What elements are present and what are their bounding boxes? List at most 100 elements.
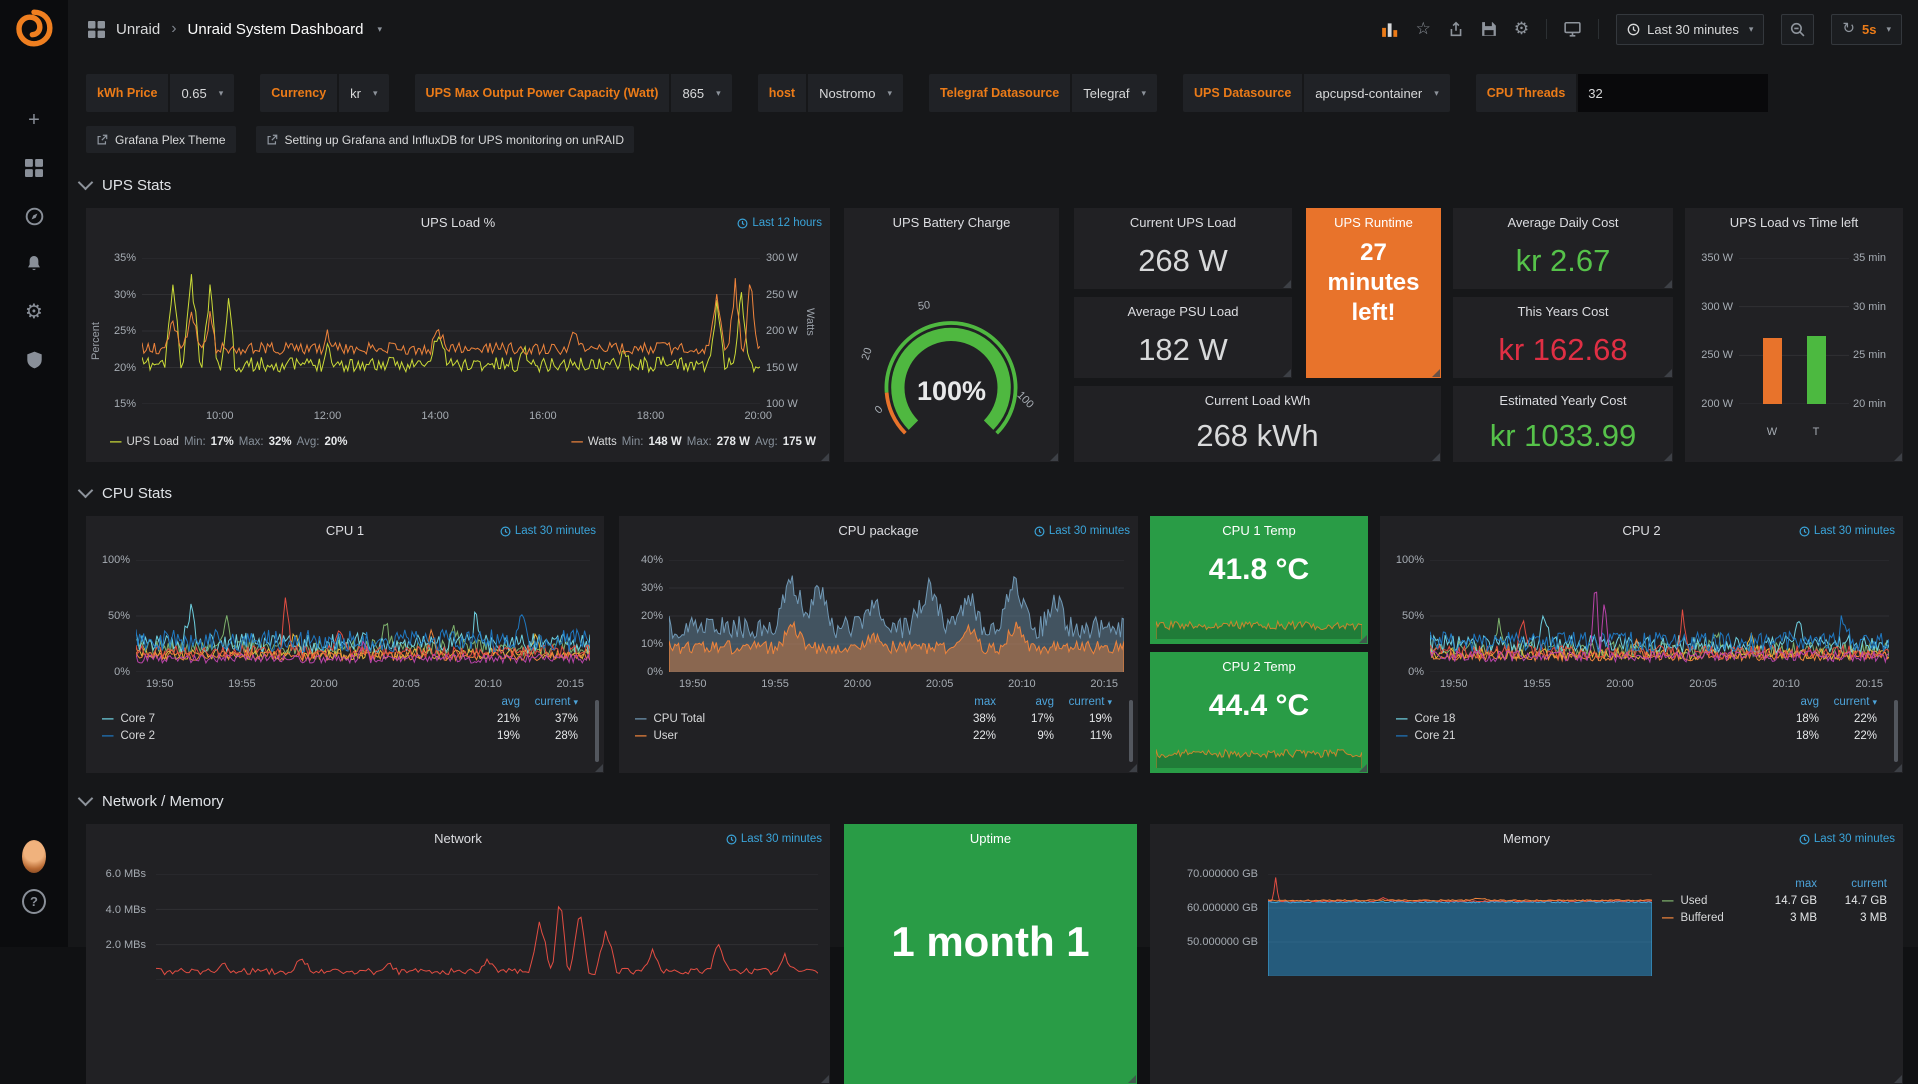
legend-series-name[interactable]: Core 18 [1415, 713, 1456, 725]
panel-title[interactable]: Network [86, 831, 830, 846]
title-caret-icon[interactable]: ▾ [377, 24, 382, 35]
sidebar-item-alerting[interactable] [22, 254, 46, 274]
network-chart[interactable] [156, 874, 818, 980]
variable-value-dropdown[interactable]: Nostromo▾ [808, 74, 903, 112]
panel-title[interactable]: Memory [1150, 831, 1903, 846]
row-header-network-memory[interactable]: Network / Memory [80, 788, 224, 814]
legend-column-avg[interactable]: avg [1761, 696, 1819, 708]
sidebar-item-configuration[interactable]: ⚙ [22, 302, 46, 322]
help-button[interactable]: ? [22, 889, 46, 914]
row-header-ups-stats[interactable]: UPS Stats [80, 172, 171, 198]
cpu1-chart[interactable] [136, 560, 590, 672]
legend-series-name[interactable]: CPU Total [654, 713, 706, 725]
panel-title[interactable]: This Years Cost [1453, 304, 1673, 319]
tv-mode-button[interactable] [1564, 21, 1581, 37]
panel-resize-handle[interactable] [821, 1075, 829, 1083]
save-button[interactable] [1481, 21, 1497, 37]
star-button[interactable]: ☆ [1416, 21, 1431, 37]
legend-column-max[interactable]: max [938, 696, 996, 708]
panel-resize-handle[interactable] [1894, 1075, 1902, 1083]
panel-resize-handle[interactable] [821, 453, 829, 461]
variable-value-dropdown[interactable]: apcupsd-container▾ [1304, 74, 1450, 112]
sidebar-item-explore[interactable] [22, 206, 46, 226]
variable-value-dropdown[interactable]: kr▾ [339, 74, 388, 112]
panel-title[interactable]: CPU 1 Temp [1150, 523, 1368, 538]
legend-series-name[interactable]: Used [1681, 895, 1708, 907]
ups-load-chart[interactable] [142, 258, 760, 404]
panel-title[interactable]: Average PSU Load [1074, 304, 1292, 319]
link-grafana-plex-theme[interactable]: Grafana Plex Theme [86, 126, 236, 153]
panel-resize-handle[interactable] [1283, 280, 1291, 288]
panel-title[interactable]: Estimated Yearly Cost [1453, 393, 1673, 408]
dashboard-title[interactable]: Unraid System Dashboard [188, 21, 364, 38]
cpu-threads-input[interactable] [1578, 74, 1768, 112]
legend-column-current[interactable]: current▾ [1819, 696, 1877, 708]
panel-time-override[interactable]: Last 30 minutes [500, 525, 596, 537]
panel-title[interactable]: UPS Battery Charge [844, 215, 1059, 230]
bar-chart[interactable] [1739, 258, 1849, 404]
row-header-cpu-stats[interactable]: CPU Stats [80, 480, 172, 506]
legend-series-name[interactable]: Core 21 [1415, 730, 1456, 742]
panel-title[interactable]: UPS Runtime [1306, 215, 1441, 230]
panel-resize-handle[interactable] [1664, 280, 1672, 288]
panel-time-override[interactable]: Last 30 minutes [1799, 833, 1895, 845]
cpu-package-chart[interactable] [669, 560, 1124, 672]
legend-column-current[interactable]: current▾ [520, 696, 578, 708]
sidebar-item-create[interactable]: + [22, 110, 46, 130]
panel-time-override[interactable]: Last 12 hours [737, 217, 822, 229]
panel-resize-handle[interactable] [1432, 369, 1440, 377]
panel-title[interactable]: Current UPS Load [1074, 215, 1292, 230]
panel-resize-handle[interactable] [1664, 369, 1672, 377]
legend-column-avg[interactable]: avg [462, 696, 520, 708]
variable-value-dropdown[interactable]: 0.65▾ [170, 74, 234, 112]
link-ups-monitoring-guide[interactable]: Setting up Grafana and InfluxDB for UPS … [256, 126, 635, 153]
legend-scrollbar[interactable] [1894, 700, 1898, 762]
panel-resize-handle[interactable] [1050, 453, 1058, 461]
legend-scrollbar[interactable] [1129, 700, 1133, 762]
cpu2-chart[interactable] [1430, 560, 1889, 672]
grafana-logo[interactable] [14, 8, 54, 48]
panel-resize-handle[interactable] [1894, 453, 1902, 461]
legend-scrollbar[interactable] [595, 700, 599, 762]
legend-series-name[interactable]: Buffered [1681, 912, 1724, 924]
user-avatar[interactable] [22, 840, 46, 873]
legend-series-name[interactable]: User [654, 730, 678, 742]
panel-resize-handle[interactable] [1283, 369, 1291, 377]
panel-title[interactable]: Current Load kWh [1074, 393, 1441, 408]
dashboard-settings-button[interactable]: ⚙ [1514, 21, 1529, 37]
sidebar-item-dashboards[interactable] [22, 158, 46, 178]
panel-title[interactable]: Average Daily Cost [1453, 215, 1673, 230]
legend-column-current[interactable]: current▾ [1054, 696, 1112, 708]
panel-time-override[interactable]: Last 30 minutes [1799, 525, 1895, 537]
legend-series-name[interactable]: Watts [588, 436, 617, 448]
share-button[interactable] [1448, 21, 1464, 37]
panel-resize-handle[interactable] [1664, 453, 1672, 461]
breadcrumb-section[interactable]: Unraid [116, 21, 160, 38]
panel-resize-handle[interactable] [1129, 764, 1137, 772]
time-picker-button[interactable]: Last 30 minutes ▾ [1616, 14, 1764, 45]
panel-time-override[interactable]: Last 30 minutes [726, 833, 822, 845]
panel-resize-handle[interactable] [1432, 453, 1440, 461]
variable-value-dropdown[interactable]: 865▾ [671, 74, 731, 112]
panel-resize-handle[interactable] [1128, 1075, 1136, 1083]
panel-title[interactable]: CPU 2 Temp [1150, 659, 1368, 674]
panel-title[interactable]: UPS Load % [86, 215, 830, 230]
legend-series-name[interactable]: Core 7 [121, 713, 156, 725]
panel-resize-handle[interactable] [1359, 635, 1367, 643]
legend-series-name[interactable]: Core 2 [121, 730, 156, 742]
dashboard-list-icon[interactable] [88, 21, 105, 38]
panel-title[interactable]: Uptime [844, 831, 1137, 846]
panel-title[interactable]: UPS Load vs Time left [1685, 215, 1903, 230]
add-panel-button[interactable] [1381, 21, 1399, 37]
legend-column-avg[interactable]: avg [996, 696, 1054, 708]
panel-resize-handle[interactable] [1894, 764, 1902, 772]
refresh-picker-button[interactable]: ↻ 5s ▾ [1831, 14, 1902, 45]
legend-column-current[interactable]: current [1817, 878, 1887, 890]
legend-column-max[interactable]: max [1747, 878, 1817, 890]
panel-resize-handle[interactable] [1359, 764, 1367, 772]
legend-series-name[interactable]: UPS Load [127, 436, 179, 448]
panel-resize-handle[interactable] [595, 764, 603, 772]
memory-chart[interactable] [1268, 874, 1652, 976]
panel-time-override[interactable]: Last 30 minutes [1034, 525, 1130, 537]
sidebar-item-server-admin[interactable] [22, 350, 46, 370]
